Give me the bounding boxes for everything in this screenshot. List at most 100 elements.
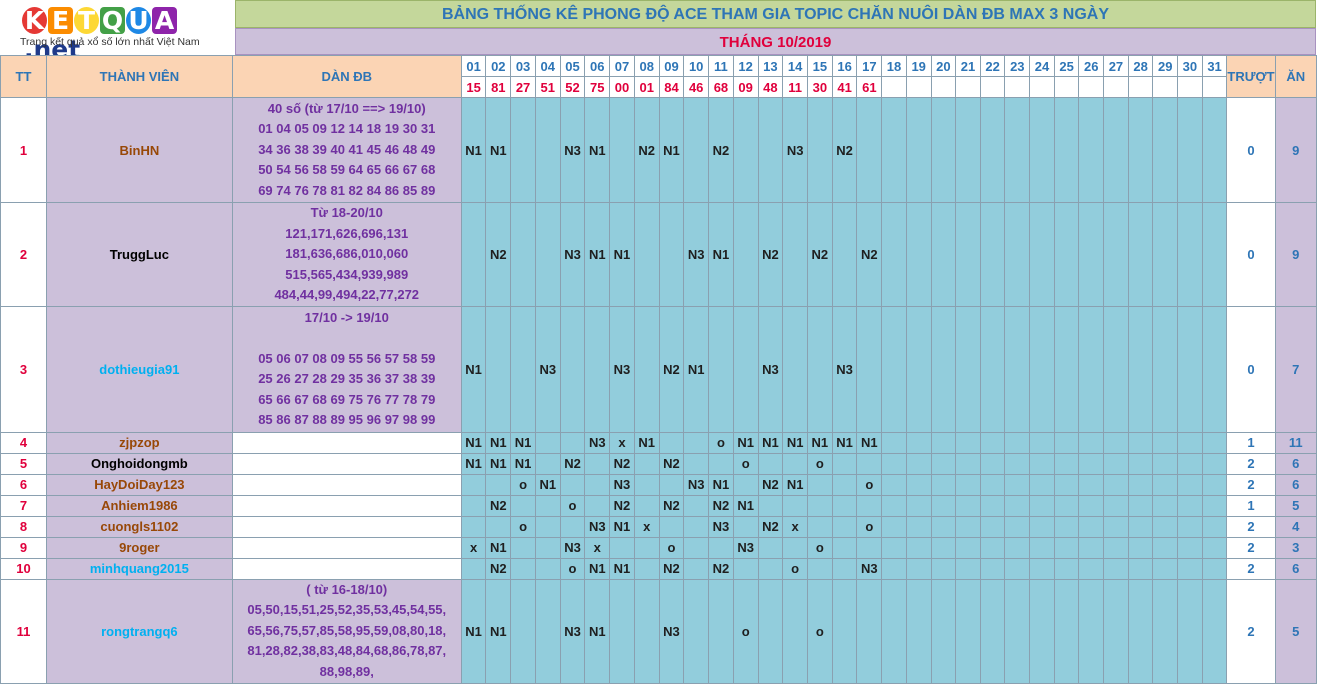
day-cell	[1152, 305, 1179, 433]
day-cell	[856, 452, 883, 475]
header-dan: DÀN ĐB	[231, 55, 462, 98]
day-cell: N1	[609, 557, 635, 580]
table-row: 3 dothieugia91 17/10 -> 19/10 05 06 07 08 …	[0, 305, 1317, 433]
day-cell	[1029, 97, 1055, 203]
day-cell	[1004, 97, 1031, 203]
day-cell	[460, 473, 487, 496]
day-cell	[1029, 452, 1055, 475]
member-name: HayDoiDay123	[45, 473, 233, 496]
day-result: 61	[856, 76, 883, 98]
day-header: 10	[683, 55, 710, 77]
month-title: THÁNG 10/2019	[235, 28, 1316, 55]
day-cell	[1152, 431, 1179, 454]
dan-line: 50 54 56 58 59 64 65 66 67 68	[258, 162, 436, 178]
day-cell	[1103, 557, 1129, 580]
day-cell	[609, 536, 635, 559]
dan-line: 01 04 05 09 12 14 18 19 30 31	[258, 121, 436, 137]
logo-letter: A	[152, 7, 177, 34]
day-cell	[559, 305, 586, 433]
day-cell	[1177, 536, 1203, 559]
day-cell	[979, 536, 1006, 559]
day-cell: o	[559, 494, 586, 517]
day-cell: o	[856, 473, 883, 496]
day-cell	[930, 452, 957, 475]
day-cell	[979, 97, 1006, 203]
day-header: 03	[510, 55, 536, 77]
day-cell	[1152, 452, 1179, 475]
day-result: 01	[633, 76, 660, 98]
day-cell	[732, 97, 759, 203]
day-cell	[1127, 494, 1154, 517]
day-cell: N1	[807, 431, 833, 454]
day-header: 13	[757, 55, 784, 77]
row-number: 2	[0, 202, 47, 307]
day-header: 27	[1103, 55, 1129, 77]
day-cell	[955, 578, 981, 684]
day-cell: N1	[460, 97, 487, 203]
day-cell: N1	[609, 202, 635, 307]
day-cell	[510, 97, 536, 203]
ketqua-logo[interactable]: K E T Q U A.net Trang kết quả xổ số lớn nhất …	[0, 0, 235, 64]
day-header: 30	[1177, 55, 1203, 77]
row-number: 7	[0, 494, 47, 517]
day-result	[1177, 76, 1203, 98]
day-cell: N2	[485, 557, 512, 580]
day-cell	[633, 473, 660, 496]
day-header: 11	[708, 55, 734, 77]
day-cell	[609, 97, 635, 203]
table-row: 8 cuongls1102 o N3 N1 x N3 N2 x o 2 4	[0, 515, 1317, 538]
day-cell: N3	[559, 202, 586, 307]
day-result: 75	[584, 76, 611, 98]
day-cell	[831, 494, 858, 517]
day-cell	[460, 494, 487, 517]
day-cell	[955, 202, 981, 307]
dan-numbers	[231, 557, 462, 580]
day-cell: o	[658, 536, 685, 559]
header-win: ĂN	[1274, 55, 1317, 98]
day-cell	[979, 305, 1006, 433]
day-cell	[1177, 431, 1203, 454]
day-cell: N3	[683, 202, 710, 307]
member-name: minhquang2015	[45, 557, 233, 580]
logo-tagline: Trang kết quả xổ số lớn nhất Việt Nam	[20, 36, 200, 48]
day-cell: N3	[559, 536, 586, 559]
day-cell	[881, 557, 907, 580]
day-cell	[1177, 305, 1203, 433]
day-cell: N2	[757, 515, 784, 538]
day-cell	[1201, 557, 1228, 580]
day-cell	[856, 578, 883, 684]
day-cell	[658, 473, 685, 496]
day-cell: N1	[485, 536, 512, 559]
win-count: 4	[1274, 515, 1317, 538]
dan-line: Từ 18-20/10	[310, 205, 383, 220]
dan-line: 05 06 07 08 09 55 56 57 58 59	[258, 350, 436, 366]
row-number: 1	[0, 97, 47, 203]
day-cell	[510, 494, 536, 517]
day-cell	[955, 431, 981, 454]
day-header: 22	[979, 55, 1006, 77]
day-cell	[782, 452, 808, 475]
day-cell	[534, 515, 561, 538]
day-cell	[881, 515, 907, 538]
day-cell	[1177, 202, 1203, 307]
day-cell	[559, 473, 586, 496]
day-cell	[881, 536, 907, 559]
day-cell	[881, 97, 907, 203]
day-cell: N3	[559, 97, 586, 203]
day-result: 00	[609, 76, 635, 98]
day-cell	[1177, 515, 1203, 538]
win-count: 9	[1274, 97, 1317, 203]
day-cell	[534, 452, 561, 475]
day-cell	[1078, 494, 1105, 517]
day-cell	[510, 536, 536, 559]
table-row: 1 BinHN 40 số (từ 17/10 ==> 19/10) 01 04 05…	[0, 97, 1317, 203]
dan-numbers	[231, 473, 462, 496]
day-cell: N3	[534, 305, 561, 433]
day-cell	[534, 431, 561, 454]
day-cell	[510, 578, 536, 684]
day-cell: N1	[856, 431, 883, 454]
day-cell	[1078, 536, 1105, 559]
day-cell	[979, 578, 1006, 684]
day-cell: N3	[584, 431, 611, 454]
win-count: 6	[1274, 473, 1317, 496]
